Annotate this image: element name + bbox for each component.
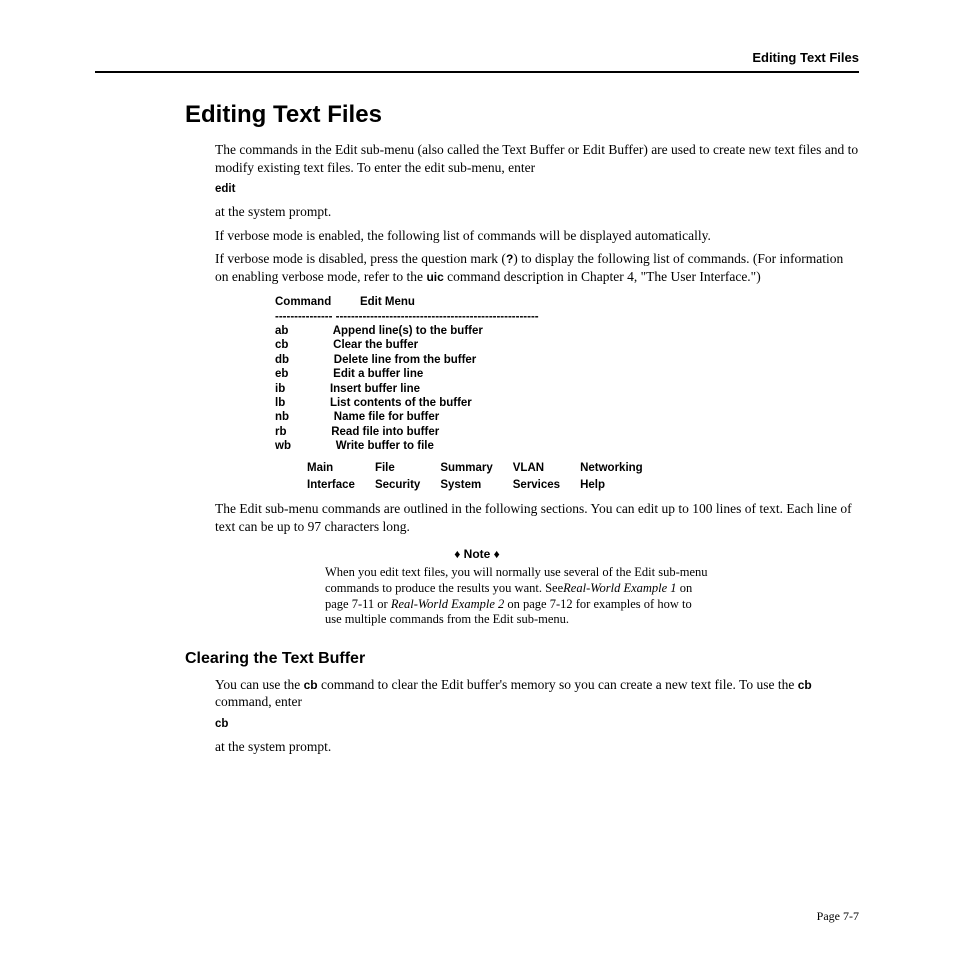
paragraph: You can use the cb command to clear the … — [215, 676, 859, 711]
cb-command: cb — [304, 678, 318, 692]
menu-category: Help — [580, 478, 661, 492]
cb-command: cb — [798, 678, 812, 692]
note-body: When you edit text files, you will norma… — [325, 565, 709, 628]
menu-category: VLAN — [513, 461, 578, 475]
paragraph: If verbose mode is enabled, the followin… — [215, 227, 859, 245]
menu-category: Interface — [307, 478, 373, 492]
paragraph: If verbose mode is disabled, press the q… — [215, 250, 859, 285]
xref-example-2: Real-World Example 2 — [391, 597, 504, 611]
text-run: You can use the — [215, 677, 304, 692]
uic-command: uic — [426, 270, 443, 284]
text-run: command, enter — [215, 694, 302, 709]
menu-category: Security — [375, 478, 438, 492]
body-text: The commands in the Edit sub-menu (also … — [215, 141, 859, 535]
command-cb: cb — [215, 717, 859, 732]
section-title: Editing Text Files — [185, 101, 859, 129]
text-run: command to clear the Edit buffer's memor… — [318, 677, 798, 692]
text-run: command description in Chapter 4, "The U… — [444, 269, 761, 284]
menu-category: File — [375, 461, 438, 475]
command-menu-table: Command Edit Menu --------------- ------… — [275, 295, 859, 453]
paragraph: at the system prompt. — [215, 738, 859, 756]
paragraph: The Edit sub-menu commands are outlined … — [215, 500, 859, 535]
page: Editing Text Files Editing Text Files Th… — [0, 0, 954, 801]
menu-footer: MainFileSummaryVLANNetworkingInterfaceSe… — [305, 459, 663, 494]
menu-category: Main — [307, 461, 373, 475]
text-run: If verbose mode is disabled, press the q… — [215, 251, 506, 266]
menu-category: Services — [513, 478, 578, 492]
note-heading: ♦ Note ♦ — [95, 547, 859, 561]
menu-category: System — [440, 478, 510, 492]
menu-category: Networking — [580, 461, 661, 475]
paragraph: The commands in the Edit sub-menu (also … — [215, 141, 859, 176]
paragraph: at the system prompt. — [215, 203, 859, 221]
page-number: Page 7-7 — [817, 909, 859, 924]
subsection-title: Clearing the Text Buffer — [185, 650, 859, 668]
xref-example-1: Real-World Example 1 — [563, 581, 676, 595]
body-text: You can use the cb command to clear the … — [215, 676, 859, 756]
command-edit: edit — [215, 182, 859, 197]
running-head: Editing Text Files — [95, 50, 859, 73]
menu-category: Summary — [440, 461, 510, 475]
